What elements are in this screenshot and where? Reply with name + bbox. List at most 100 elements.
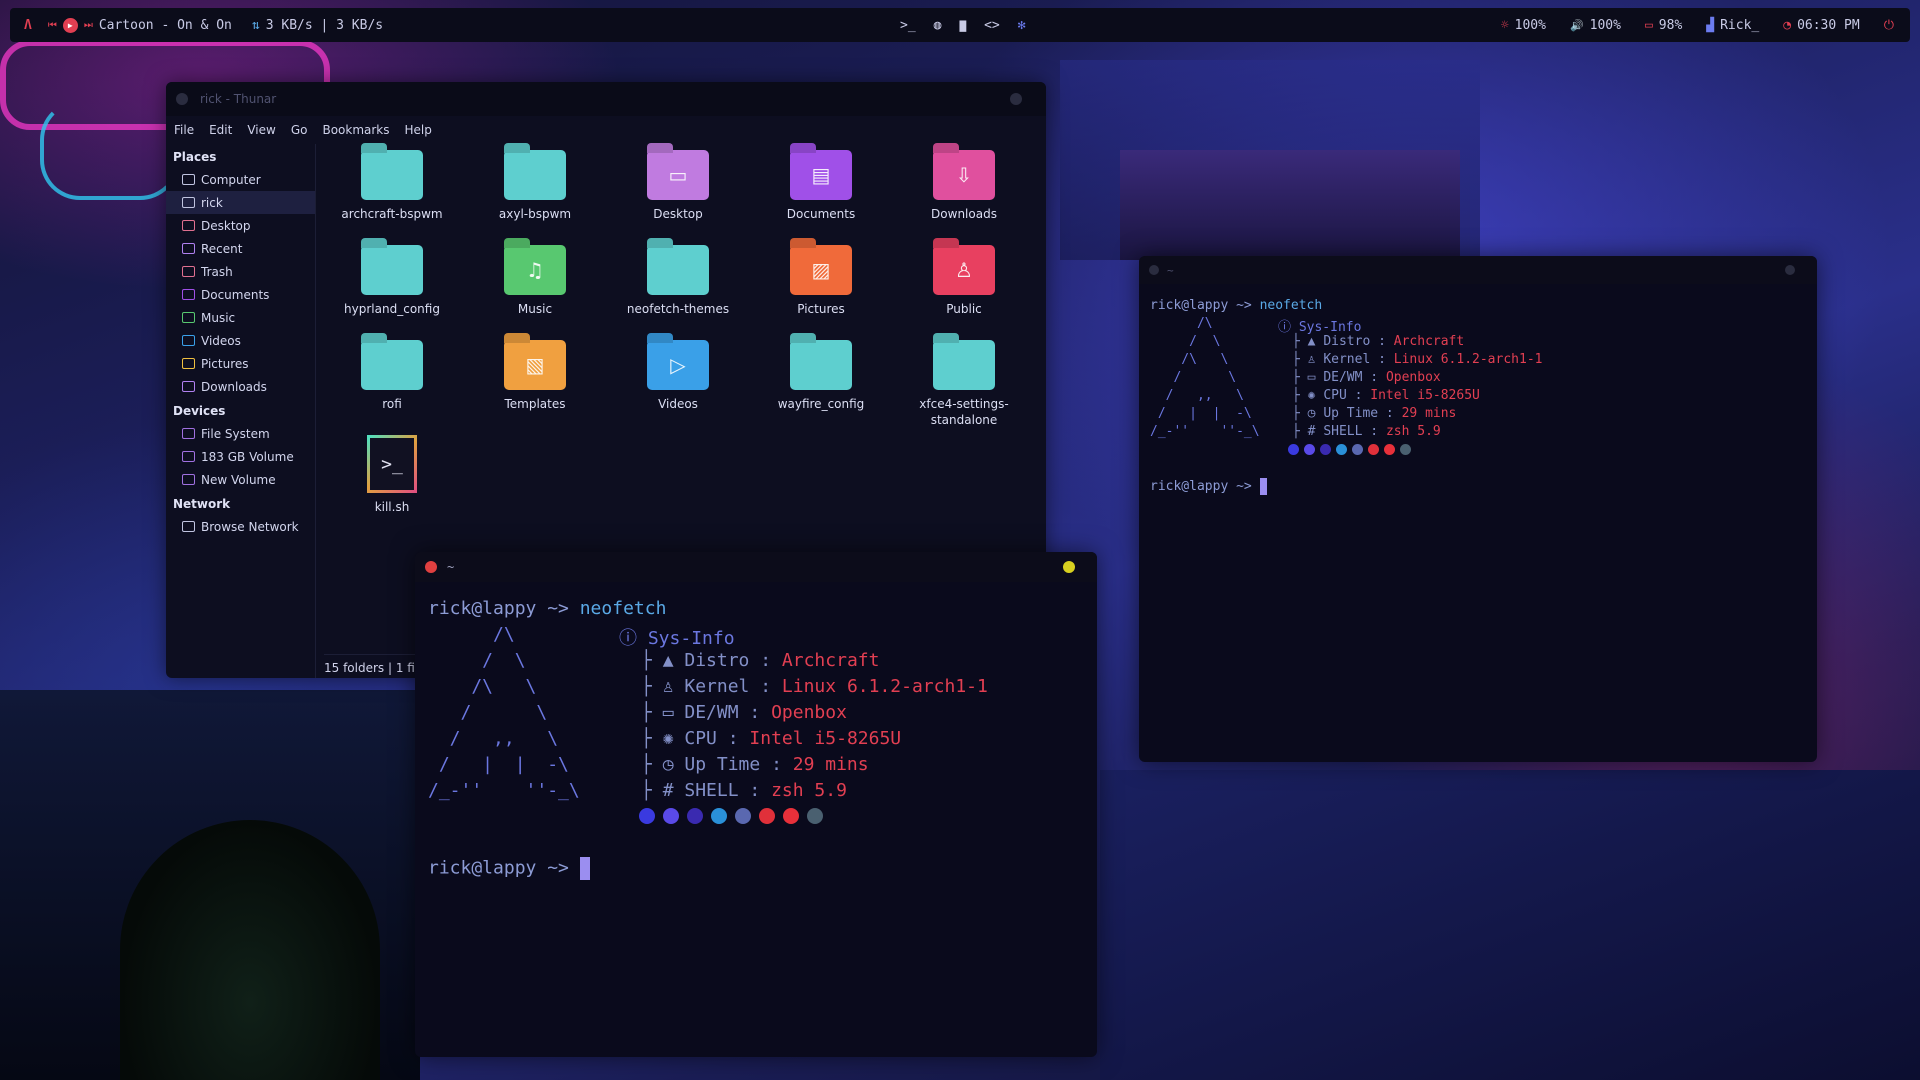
file-item-desktop[interactable]: ▭ Desktop <box>610 150 746 222</box>
sysinfo-row-de-wm: ├ ▭ DE/WM : Openbox <box>641 702 847 723</box>
file-item-rofi[interactable]: rofi <box>324 340 460 412</box>
file-item-xfce4-settings-standalone[interactable]: xfce4-settings-standalone <box>896 340 1032 428</box>
next-icon[interactable]: ⏭ <box>84 20 93 31</box>
sidebar-item-rick[interactable]: rick <box>166 191 315 214</box>
folder-icon <box>790 340 852 390</box>
desktop-glyph-icon: ▭ <box>668 163 688 187</box>
window-close-button[interactable] <box>1010 93 1022 105</box>
window-close-button[interactable] <box>425 561 437 573</box>
sidebar-item-downloads[interactable]: Downloads <box>166 375 315 398</box>
play-pause-icon[interactable]: ▶ <box>62 17 78 33</box>
color-swatch <box>1336 444 1347 455</box>
sysinfo-value: zsh 5.9 <box>771 780 847 801</box>
file-name: Templates <box>504 397 566 411</box>
file-item-public[interactable]: ♙ Public <box>896 245 1032 317</box>
file-item-axyl-bspwm[interactable]: axyl-bspwm <box>467 150 603 222</box>
sidebar-item-documents[interactable]: Documents <box>166 283 315 306</box>
sidebar-item-new-volume[interactable]: New Volume <box>166 468 315 491</box>
desktop-icon <box>182 220 195 231</box>
menu-help[interactable]: Help <box>405 123 432 137</box>
sidebar-item-videos[interactable]: Videos <box>166 329 315 352</box>
wifi-indicator[interactable]: ▟ Rick_ <box>1706 18 1759 33</box>
sysinfo-sep: : <box>1370 352 1394 367</box>
command: neofetch <box>1259 298 1323 313</box>
tree-branch: ├ <box>1292 334 1308 349</box>
sidebar-item-file-system[interactable]: File System <box>166 422 315 445</box>
tree-branch: ├ <box>1292 388 1308 403</box>
file-item-downloads[interactable]: ⇩ Downloads <box>896 150 1032 222</box>
power-icon[interactable]: ⏻ <box>1884 18 1894 33</box>
sysinfo-row-shell: ├ # SHELL : zsh 5.9 <box>641 780 847 801</box>
sidebar-item-desktop[interactable]: Desktop <box>166 214 315 237</box>
sidebar-item-computer[interactable]: Computer <box>166 168 315 191</box>
sysinfo-value: Linux 6.1.2-arch1-1 <box>781 676 988 697</box>
window-close-button[interactable] <box>1785 265 1795 275</box>
sysinfo-label: Distro <box>1323 334 1371 349</box>
sidebar-item-label: Pictures <box>201 356 249 371</box>
menu-edit[interactable]: Edit <box>209 123 232 137</box>
ascii-art-line: /\ <box>1150 316 1213 331</box>
window-control-dot[interactable] <box>176 93 188 105</box>
web-browser-icon[interactable]: ◍ <box>934 18 942 33</box>
sysinfo-label: SHELL <box>684 780 739 801</box>
thunar-titlebar[interactable]: rick - Thunar <box>166 82 1046 116</box>
sysinfo-value: Archcraft <box>1393 334 1465 349</box>
code-editor-icon[interactable]: <> <box>984 18 1000 33</box>
battery-indicator[interactable]: ▭ 98% <box>1645 18 1682 33</box>
terminal-window-small[interactable]: ~ rick@lappy ~> neofetch /\ / \ /\ \ / \… <box>1139 256 1817 762</box>
menu-go[interactable]: Go <box>291 123 308 137</box>
file-name: Music <box>517 302 553 316</box>
sidebar-item-183-gb-volume[interactable]: 183 GB Volume <box>166 445 315 468</box>
settings-icon[interactable]: ✻ <box>1018 18 1026 33</box>
recent-icon <box>182 243 195 254</box>
sidebar-item-trash[interactable]: Trash <box>166 260 315 283</box>
archcraft-logo-icon[interactable]: Λ <box>24 18 32 33</box>
network-speed: 3 KB/s | 3 KB/s <box>265 17 384 33</box>
sidebar-item-browse-network[interactable]: Browse Network <box>166 515 315 538</box>
file-manager-icon[interactable]: ▇ <box>959 19 966 32</box>
previous-icon[interactable]: ⏮ <box>48 20 57 31</box>
pictures-glyph-icon: ▨ <box>811 258 831 282</box>
file-item-neofetch-themes[interactable]: neofetch-themes <box>610 245 746 317</box>
file-item-music[interactable]: ♫ Music <box>467 245 603 317</box>
file-item-documents[interactable]: ▤ Documents <box>753 150 889 222</box>
file-name: xfce4-settings-standalone <box>919 397 1009 427</box>
up-time-icon: ◷ <box>662 754 685 775</box>
file-item-templates[interactable]: ▧ Templates <box>467 340 603 412</box>
sysinfo-title: ⓘ Sys-Info <box>619 624 735 650</box>
window-maximize-button[interactable] <box>1063 561 1075 573</box>
shell-icon: # <box>662 780 685 801</box>
terminal-icon[interactable]: >_ <box>900 18 916 33</box>
folder-icon: ♙ <box>933 245 995 295</box>
menu-view[interactable]: View <box>247 123 275 137</box>
media-title[interactable]: Cartoon - On & On <box>99 18 232 33</box>
color-swatch <box>1352 444 1363 455</box>
volume-indicator[interactable]: 🔊 100% <box>1570 18 1621 33</box>
sidebar-item-recent[interactable]: Recent <box>166 237 315 260</box>
window-control-dot[interactable] <box>1149 265 1159 275</box>
file-item-kill-sh[interactable]: >_ kill.sh <box>324 435 460 515</box>
public-glyph-icon: ♙ <box>955 258 973 282</box>
file-name: wayfire_config <box>777 397 865 411</box>
file-item-pictures[interactable]: ▨ Pictures <box>753 245 889 317</box>
file-item-videos[interactable]: ▷ Videos <box>610 340 746 412</box>
brightness-indicator[interactable]: ☼ 100% <box>1501 18 1546 33</box>
folder-icon <box>361 150 423 200</box>
text-cursor <box>579 856 590 881</box>
file-item-archcraft-bspwm[interactable]: archcraft-bspwm <box>324 150 460 222</box>
tree-branch: ├ <box>1292 424 1308 439</box>
terminal-window-main[interactable]: ~ rick@lappy ~> neofetch /\ / \ /\ \ / \… <box>415 552 1097 1057</box>
file-item-hyprland-config[interactable]: hyprland_config <box>324 245 460 317</box>
terminal-small-titlebar[interactable]: ~ <box>1139 256 1817 284</box>
downloads-glyph-icon: ⇩ <box>955 163 973 187</box>
sidebar-item-pictures[interactable]: Pictures <box>166 352 315 375</box>
clock[interactable]: ◔ 06:30 PM <box>1783 18 1859 33</box>
terminal-main-titlebar[interactable]: ~ <box>415 552 1097 582</box>
sysinfo-sep: : <box>738 702 772 723</box>
menu-file[interactable]: File <box>174 123 194 137</box>
distro-icon: ▲ <box>662 650 685 671</box>
file-item-wayfire-config[interactable]: wayfire_config <box>753 340 889 412</box>
wifi-name: Rick_ <box>1720 17 1760 33</box>
sidebar-item-music[interactable]: Music <box>166 306 315 329</box>
menu-bookmarks[interactable]: Bookmarks <box>322 123 389 137</box>
